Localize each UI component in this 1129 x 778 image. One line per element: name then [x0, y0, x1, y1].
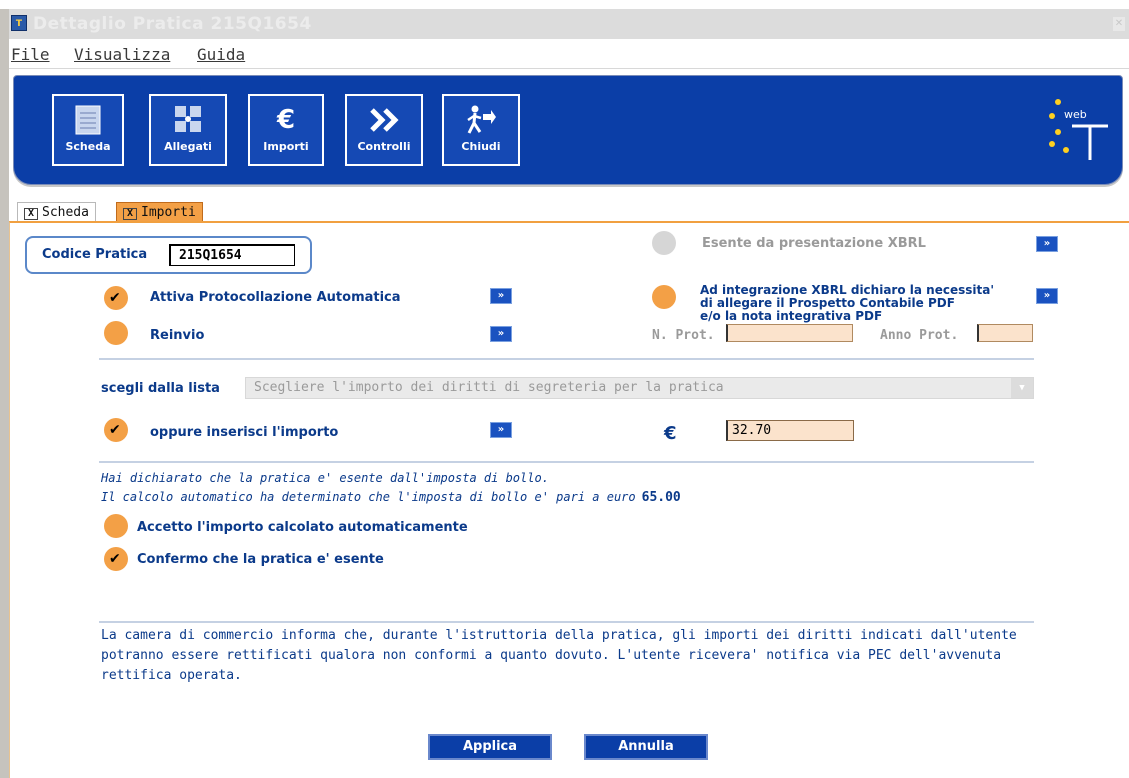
tab-scheda-label: Scheda	[42, 205, 89, 220]
brand-logo: web	[1044, 88, 1114, 168]
tab-importi[interactable]: X Importi	[116, 202, 203, 222]
menu-file[interactable]: File	[11, 45, 50, 64]
accetto-importo-radio[interactable]	[104, 514, 128, 538]
n-prot-label: N. Prot.	[652, 328, 715, 343]
app-window: T Dettaglio Pratica 215Q1654 ✕ File Visu…	[0, 0, 1129, 778]
integrazione-xbrl-radio[interactable]	[652, 285, 676, 309]
toolbar-importi-label: Importi	[263, 140, 309, 153]
importo-select-placeholder: Scegliere l'importo dei diritti di segre…	[254, 380, 724, 395]
importo-select[interactable]: Scegliere l'importo dei diritti di segre…	[245, 377, 1034, 399]
menu-visualizza[interactable]: Visualizza	[74, 45, 170, 64]
codice-pratica-label: Codice Pratica	[42, 247, 148, 262]
tab-scheda[interactable]: X Scheda	[17, 202, 96, 222]
document-icon	[72, 104, 104, 136]
tab-close-icon[interactable]: X	[123, 208, 137, 220]
window-title: Dettaglio Pratica 215Q1654	[33, 14, 312, 34]
reinvio-info-button[interactable]: »	[490, 326, 512, 342]
toolbar-scheda-label: Scheda	[65, 140, 111, 153]
bollo-amount: 65.00	[641, 490, 681, 505]
bollo-note-line2: Il calcolo automatico ha determinato che…	[101, 490, 681, 505]
integrazione-xbrl-line3: e/o la nota integrativa PDF	[700, 309, 883, 323]
attachments-icon	[172, 104, 204, 136]
toolbar-chiudi-button[interactable]: Chiudi	[442, 94, 520, 166]
reinvio-radio[interactable]	[104, 321, 128, 345]
scegli-lista-label: scegli dalla lista	[101, 381, 220, 396]
esente-xbrl-info-button[interactable]: »	[1036, 236, 1058, 252]
esente-xbrl-radio[interactable]	[652, 231, 676, 255]
title-bar: T Dettaglio Pratica 215Q1654 ✕	[9, 9, 1129, 39]
reinvio-label: Reinvio	[150, 328, 205, 343]
checkmark-icon: ✔	[109, 290, 121, 306]
esente-xbrl-label: Esente da presentazione XBRL	[702, 236, 926, 251]
divider	[99, 358, 1034, 360]
app-icon: T	[11, 15, 27, 31]
brand-text: web	[1064, 108, 1087, 121]
integrazione-xbrl-label: Ad integrazione XBRL dichiaro la necessi…	[700, 284, 994, 323]
accetto-importo-label: Accetto l'importo calcolato automaticame…	[137, 520, 468, 535]
main-toolbar: Scheda Allegati € Importi Controlli Chiu…	[13, 75, 1123, 185]
toolbar-controlli-button[interactable]: Controlli	[345, 94, 423, 166]
euro-icon: €	[664, 423, 677, 444]
confermo-esente-label: Confermo che la pratica e' esente	[137, 552, 384, 567]
toolbar-controlli-label: Controlli	[357, 140, 411, 153]
toolbar-allegati-button[interactable]: Allegati	[149, 94, 227, 166]
exit-icon	[465, 104, 497, 136]
menu-guida-label: Guida	[197, 45, 246, 64]
window-left-edge	[0, 9, 9, 778]
inserisci-importo-info-button[interactable]: »	[490, 422, 512, 438]
inserisci-importo-label: oppure inserisci l'importo	[150, 425, 339, 440]
attiva-protocollazione-info-button[interactable]: »	[490, 288, 512, 304]
toolbar-allegati-label: Allegati	[164, 140, 212, 153]
importo-field[interactable]: 32.70	[726, 420, 854, 441]
applica-button[interactable]: Applica	[428, 734, 552, 760]
checkmark-icon: ✔	[109, 422, 121, 438]
integrazione-xbrl-info-button[interactable]: »	[1036, 288, 1058, 304]
tab-strip: X Scheda X Importi	[9, 192, 1129, 222]
chevron-down-icon[interactable]: ▼	[1011, 378, 1033, 398]
divider	[99, 461, 1034, 463]
inserisci-importo-radio[interactable]: ✔	[104, 418, 128, 442]
euro-icon: €	[276, 105, 296, 135]
menu-visualizza-label: Visualizza	[74, 45, 171, 64]
footer-note: La camera di commercio informa che, dura…	[101, 628, 1017, 683]
close-icon[interactable]: ✕	[1113, 17, 1125, 31]
tab-importi-label: Importi	[141, 205, 196, 220]
checkmark-icon: ✔	[109, 551, 121, 567]
toolbar-scheda-button[interactable]: Scheda	[52, 94, 124, 166]
attiva-protocollazione-radio[interactable]: ✔	[104, 286, 128, 310]
menu-file-label: File	[11, 45, 50, 64]
menu-bar: File Visualizza Guida	[9, 39, 1129, 69]
anno-prot-field[interactable]	[977, 324, 1033, 342]
bollo-note-text: Il calcolo automatico ha determinato che…	[101, 490, 636, 504]
attiva-protocollazione-label: Attiva Protocollazione Automatica	[150, 290, 401, 305]
annulla-button[interactable]: Annulla	[584, 734, 708, 760]
divider	[99, 621, 1034, 623]
confermo-esente-radio[interactable]: ✔	[104, 547, 128, 571]
toolbar-chiudi-label: Chiudi	[461, 140, 501, 153]
top-strip	[0, 0, 1129, 9]
menu-guida[interactable]: Guida	[197, 45, 245, 64]
double-chevron-icon	[368, 104, 400, 136]
bollo-note-line1: Hai dichiarato che la pratica e' esente …	[101, 471, 549, 485]
n-prot-field[interactable]	[726, 324, 853, 342]
toolbar-importi-button[interactable]: € Importi	[248, 94, 324, 166]
tab-close-icon[interactable]: X	[24, 208, 38, 220]
anno-prot-label: Anno Prot.	[880, 328, 959, 343]
codice-pratica-field[interactable]: 215Q1654	[169, 244, 295, 266]
